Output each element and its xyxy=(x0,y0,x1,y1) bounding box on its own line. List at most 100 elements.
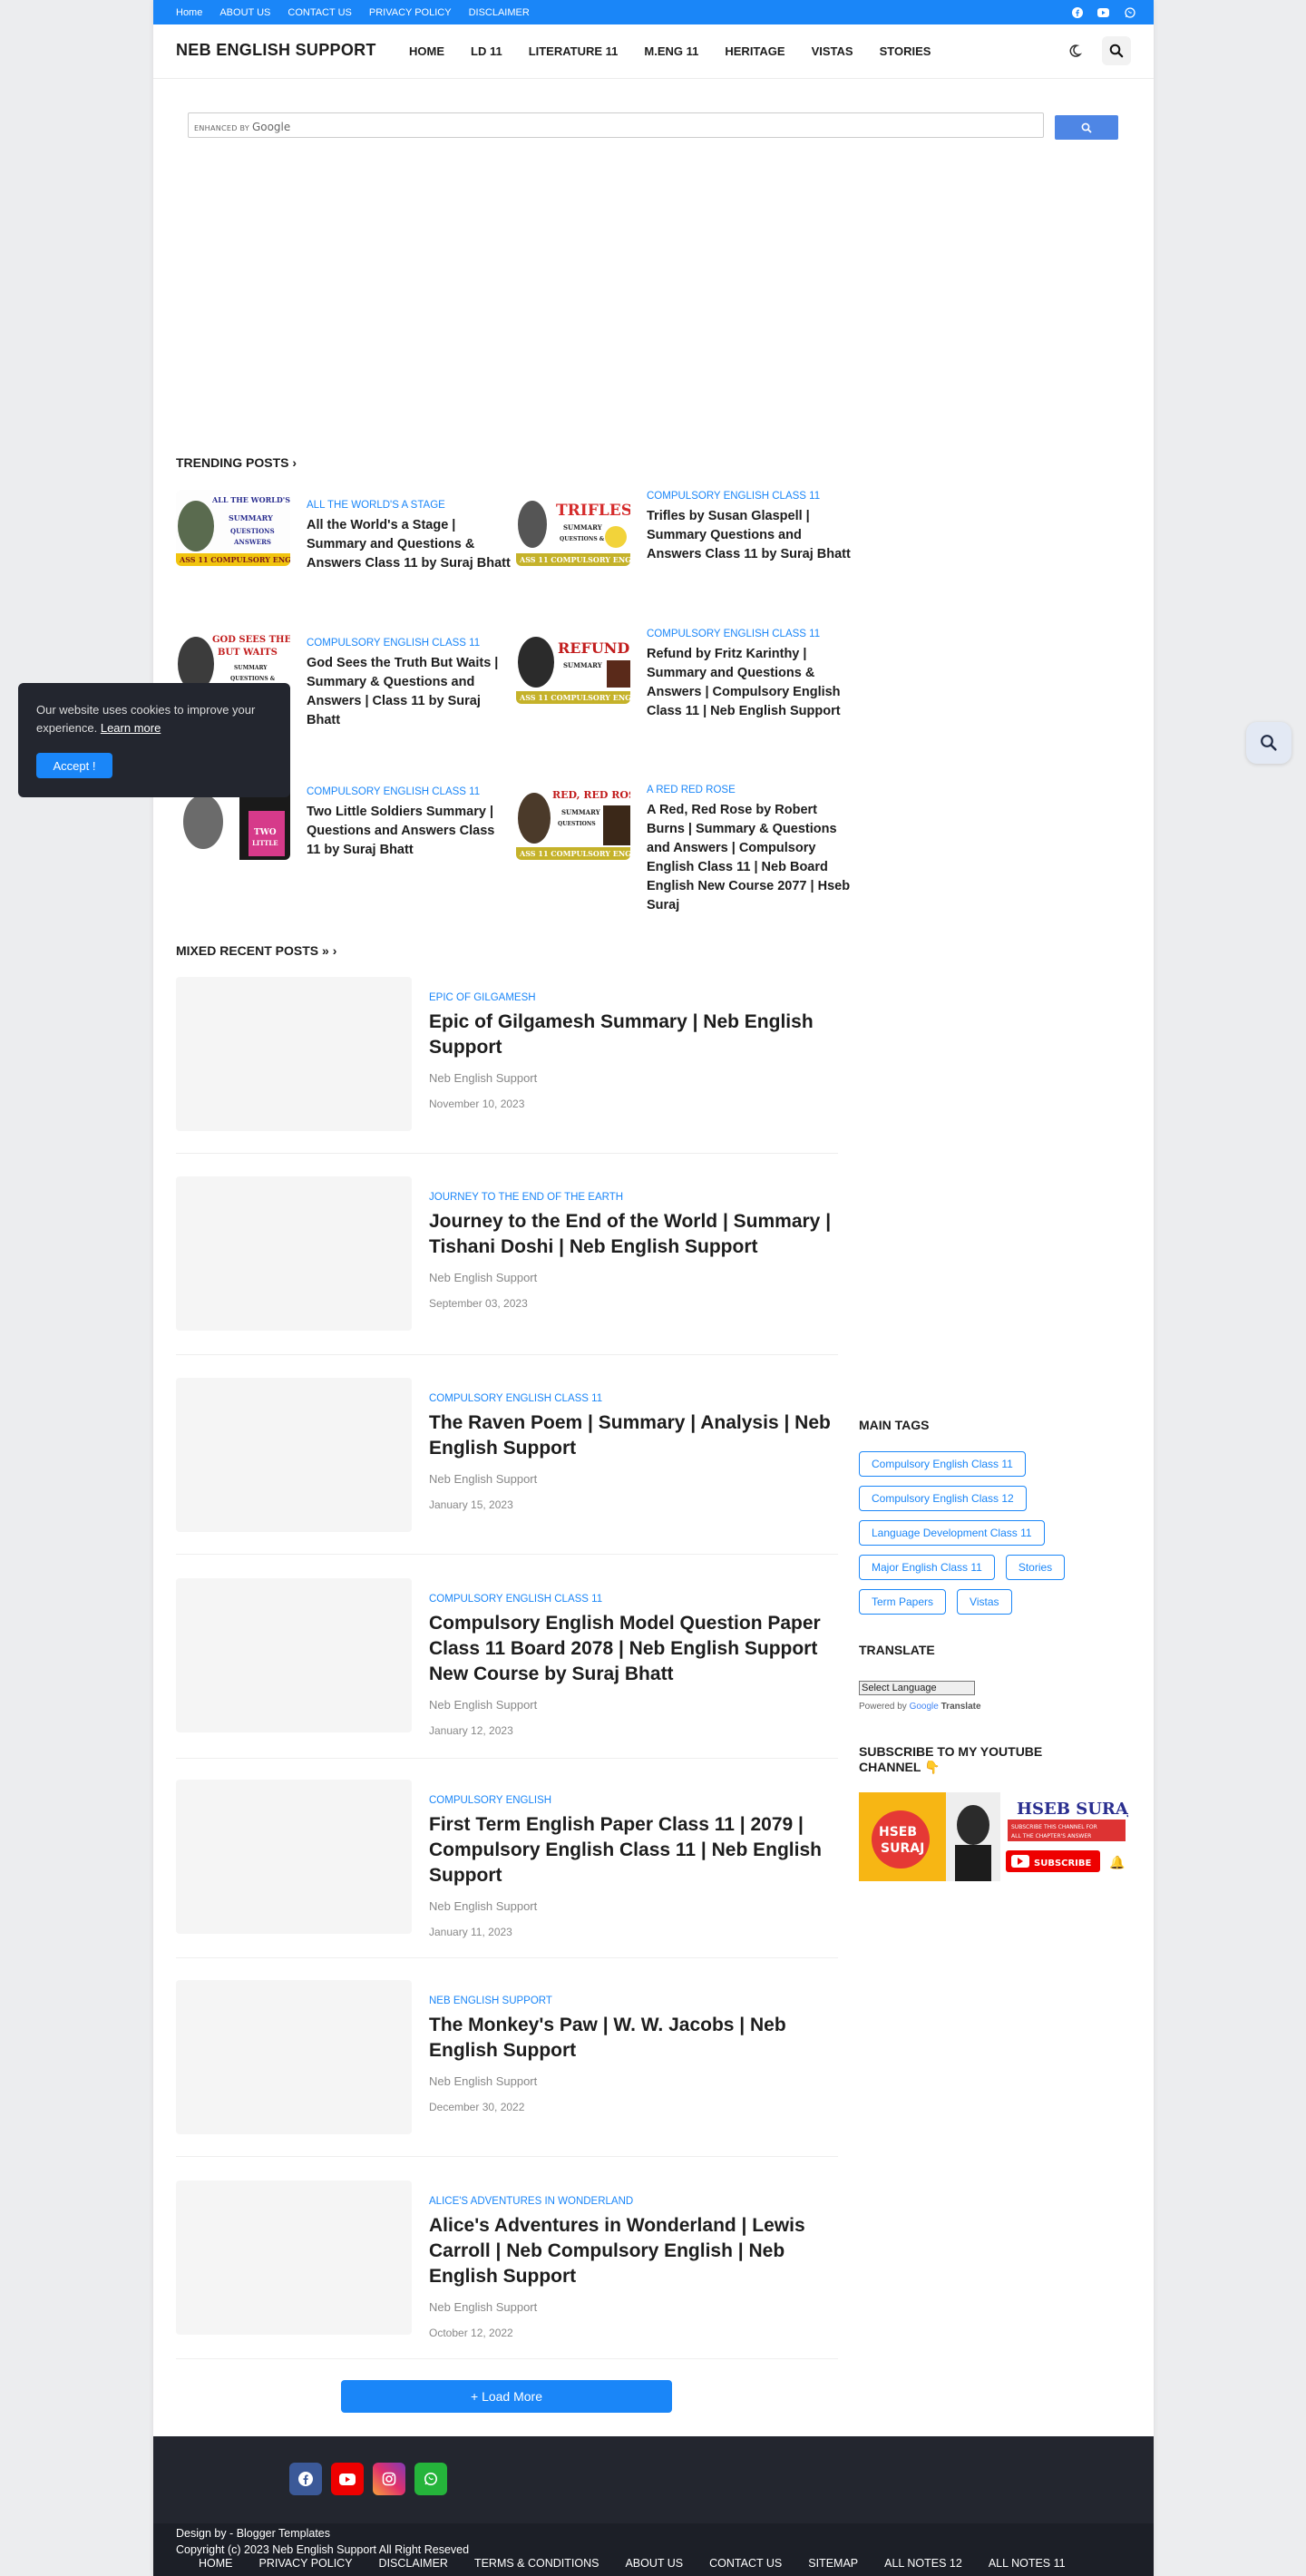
post-category[interactable]: NEB ENGLISH SUPPORT xyxy=(429,1993,837,2009)
post-category[interactable]: COMPULSORY ENGLISH CLASS 11 xyxy=(429,1390,837,1407)
post-category[interactable]: COMPULSORY ENGLISH CLASS 11 xyxy=(647,488,851,504)
nav-vistas[interactable]: VISTAS xyxy=(812,44,853,58)
youtube-icon[interactable] xyxy=(331,2463,364,2495)
footer-link-notes12[interactable]: ALL NOTES 12 xyxy=(884,2557,962,2570)
floating-search-button[interactable] xyxy=(1246,722,1291,764)
post-image[interactable] xyxy=(176,1980,412,2134)
nav-home[interactable]: HOME xyxy=(409,44,444,58)
post-image[interactable] xyxy=(176,2181,412,2335)
whatsapp-icon[interactable] xyxy=(1124,6,1135,18)
footer-link-contact[interactable]: CONTACT US xyxy=(709,2557,782,2570)
post-category[interactable]: EPIC OF GILGAMESH xyxy=(429,990,837,1006)
post-category[interactable]: COMPULSORY ENGLISH CLASS 11 xyxy=(307,635,511,651)
footer-link-sitemap[interactable]: SITEMAP xyxy=(808,2557,858,2570)
language-select[interactable]: Select Language xyxy=(859,1681,975,1695)
post-title[interactable]: All the World's a Stage | Summary and Qu… xyxy=(307,516,511,573)
google-search-input[interactable]: ENHANCED BY Google xyxy=(188,112,1044,138)
facebook-icon[interactable] xyxy=(1071,6,1083,18)
youtube-banner[interactable]: HSEB SURAJ HSEB SURAJ SUBSCRIBE THIS CHA… xyxy=(859,1792,1128,1881)
trending-item[interactable]: ALL THE WORLD'S A STAG SUMMARY QUESTIONS… xyxy=(176,490,511,571)
post-thumbnail[interactable]: REFUND SUMMARY ASS 11 COMPULSORY ENGL xyxy=(516,628,630,704)
post-author[interactable]: Neb English Support xyxy=(429,2074,837,2088)
post-thumbnail[interactable]: ALL THE WORLD'S A STAG SUMMARY QUESTIONS… xyxy=(176,490,290,566)
post-category[interactable]: COMPULSORY ENGLISH CLASS 11 xyxy=(307,784,511,800)
moon-icon[interactable] xyxy=(1060,36,1089,65)
learn-more-link[interactable]: Learn more xyxy=(101,721,161,735)
accept-cookies-button[interactable]: Accept ! xyxy=(36,753,112,778)
footer-link-notes11[interactable]: ALL NOTES 11 xyxy=(989,2557,1066,2570)
post-title[interactable]: The Monkey's Paw | W. W. Jacobs | Neb En… xyxy=(429,2013,837,2064)
post-category[interactable]: COMPULSORY ENGLISH CLASS 11 xyxy=(647,626,851,642)
post-image[interactable] xyxy=(176,1378,412,1532)
trending-item[interactable]: TRIFLES SUMMARY QUESTIONS & ASS 11 COMPU… xyxy=(516,490,851,571)
post-category[interactable]: A RED RED ROSE xyxy=(647,782,851,798)
post-category[interactable]: COMPULSORY ENGLISH xyxy=(429,1792,837,1809)
post-category[interactable]: COMPULSORY ENGLISH CLASS 11 xyxy=(429,1591,837,1607)
tag-link[interactable]: Vistas xyxy=(957,1589,1012,1615)
search-icon[interactable] xyxy=(1102,36,1131,65)
tag-link[interactable]: Major English Class 11 xyxy=(859,1555,995,1580)
post-author[interactable]: Neb English Support xyxy=(429,1472,837,1486)
post-title[interactable]: Refund by Fritz Karinthy | Summary and Q… xyxy=(647,645,851,721)
whatsapp-icon[interactable] xyxy=(414,2463,447,2495)
post-image[interactable] xyxy=(176,1780,412,1934)
post-title[interactable]: God Sees the Truth But Waits | Summary &… xyxy=(307,654,511,730)
nav-ld11[interactable]: LD 11 xyxy=(471,44,502,58)
load-more-button[interactable]: + Load More xyxy=(341,2380,672,2413)
post-title[interactable]: A Red, Red Rose by Robert Burns | Summar… xyxy=(647,801,851,915)
post-title[interactable]: First Term English Paper Class 11 | 2079… xyxy=(429,1812,837,1888)
nav-literature11[interactable]: LITERATURE 11 xyxy=(529,44,619,58)
post-card[interactable]: COMPULSORY ENGLISH First Term English Pa… xyxy=(176,1780,838,1958)
recent-posts-title[interactable]: MIXED RECENT POSTS » › xyxy=(176,943,336,958)
trending-title[interactable]: TRENDING POSTS › xyxy=(176,455,297,470)
trending-item[interactable]: REFUND SUMMARY ASS 11 COMPULSORY ENGL CO… xyxy=(516,628,843,718)
post-title[interactable]: Alice's Adventures in Wonderland | Lewis… xyxy=(429,2213,837,2289)
post-card[interactable]: JOURNEY TO THE END OF THE EARTH Journey … xyxy=(176,1176,838,1355)
top-link-privacy[interactable]: PRIVACY POLICY xyxy=(369,7,452,18)
post-card[interactable]: NEB ENGLISH SUPPORT The Monkey's Paw | W… xyxy=(176,1980,838,2157)
post-title[interactable]: Compulsory English Model Question Paper … xyxy=(429,1611,837,1687)
post-image[interactable] xyxy=(176,1578,412,1732)
post-author[interactable]: Neb English Support xyxy=(429,1899,837,1913)
top-link-about[interactable]: ABOUT US xyxy=(219,7,270,18)
post-author[interactable]: Neb English Support xyxy=(429,1271,837,1284)
google-search-button[interactable] xyxy=(1055,115,1118,140)
nav-stories[interactable]: STORIES xyxy=(880,44,931,58)
facebook-icon[interactable] xyxy=(289,2463,322,2495)
post-title[interactable]: Two Little Soldiers Summary | Questions … xyxy=(307,803,511,860)
post-card[interactable]: COMPULSORY ENGLISH CLASS 11 The Raven Po… xyxy=(176,1378,838,1555)
footer-link-about[interactable]: ABOUT US xyxy=(625,2557,683,2570)
site-logo[interactable]: NEB ENGLISH SUPPORT xyxy=(176,41,376,60)
post-title[interactable]: Trifles by Susan Glaspell | Summary Ques… xyxy=(647,507,851,564)
post-thumbnail[interactable]: RED, RED ROSE SUMMARY QUESTIONS ASS 11 C… xyxy=(516,784,630,860)
post-card[interactable]: COMPULSORY ENGLISH CLASS 11 Compulsory E… xyxy=(176,1578,838,1759)
footer-link-terms[interactable]: TERMS & CONDITIONS xyxy=(474,2557,599,2570)
top-link-contact[interactable]: CONTACT US xyxy=(288,7,352,18)
tag-link[interactable]: Term Papers xyxy=(859,1589,947,1615)
post-author[interactable]: Neb English Support xyxy=(429,2300,837,2314)
top-link-disclaimer[interactable]: DISCLAIMER xyxy=(469,7,530,18)
post-image[interactable] xyxy=(176,1176,412,1331)
post-author[interactable]: Neb English Support xyxy=(429,1071,837,1085)
nav-heritage[interactable]: HERITAGE xyxy=(725,44,785,58)
nav-meng11[interactable]: M.ENG 11 xyxy=(644,44,698,58)
footer-link-disclaimer[interactable]: DISCLAIMER xyxy=(379,2557,448,2570)
post-card[interactable]: EPIC OF GILGAMESH Epic of Gilgamesh Summ… xyxy=(176,977,838,1154)
post-title[interactable]: The Raven Poem | Summary | Analysis | Ne… xyxy=(429,1410,837,1461)
footer-link-home[interactable]: HOME xyxy=(199,2557,233,2570)
tag-link[interactable]: Compulsory English Class 12 xyxy=(859,1486,1027,1511)
post-category[interactable]: ALICE'S ADVENTURES IN WONDERLAND xyxy=(429,2193,837,2210)
post-card[interactable]: ALICE'S ADVENTURES IN WONDERLAND Alice's… xyxy=(176,2181,838,2359)
tag-link[interactable]: Stories xyxy=(1005,1555,1066,1580)
youtube-icon[interactable] xyxy=(1097,6,1109,18)
google-logo[interactable]: Google xyxy=(910,1702,939,1712)
post-author[interactable]: Neb English Support xyxy=(429,1698,837,1712)
instagram-icon[interactable] xyxy=(373,2463,405,2495)
post-image[interactable] xyxy=(176,977,412,1131)
post-title[interactable]: Epic of Gilgamesh Summary | Neb English … xyxy=(429,1010,837,1060)
design-credit[interactable]: Design by - Blogger Templates xyxy=(176,2525,469,2542)
post-category[interactable]: JOURNEY TO THE END OF THE EARTH xyxy=(429,1189,837,1205)
post-thumbnail[interactable]: TRIFLES SUMMARY QUESTIONS & ASS 11 COMPU… xyxy=(516,490,630,566)
post-category[interactable]: ALL THE WORLD'S A STAGE xyxy=(307,497,511,513)
trending-item[interactable]: RED, RED ROSE SUMMARY QUESTIONS ASS 11 C… xyxy=(516,784,850,912)
